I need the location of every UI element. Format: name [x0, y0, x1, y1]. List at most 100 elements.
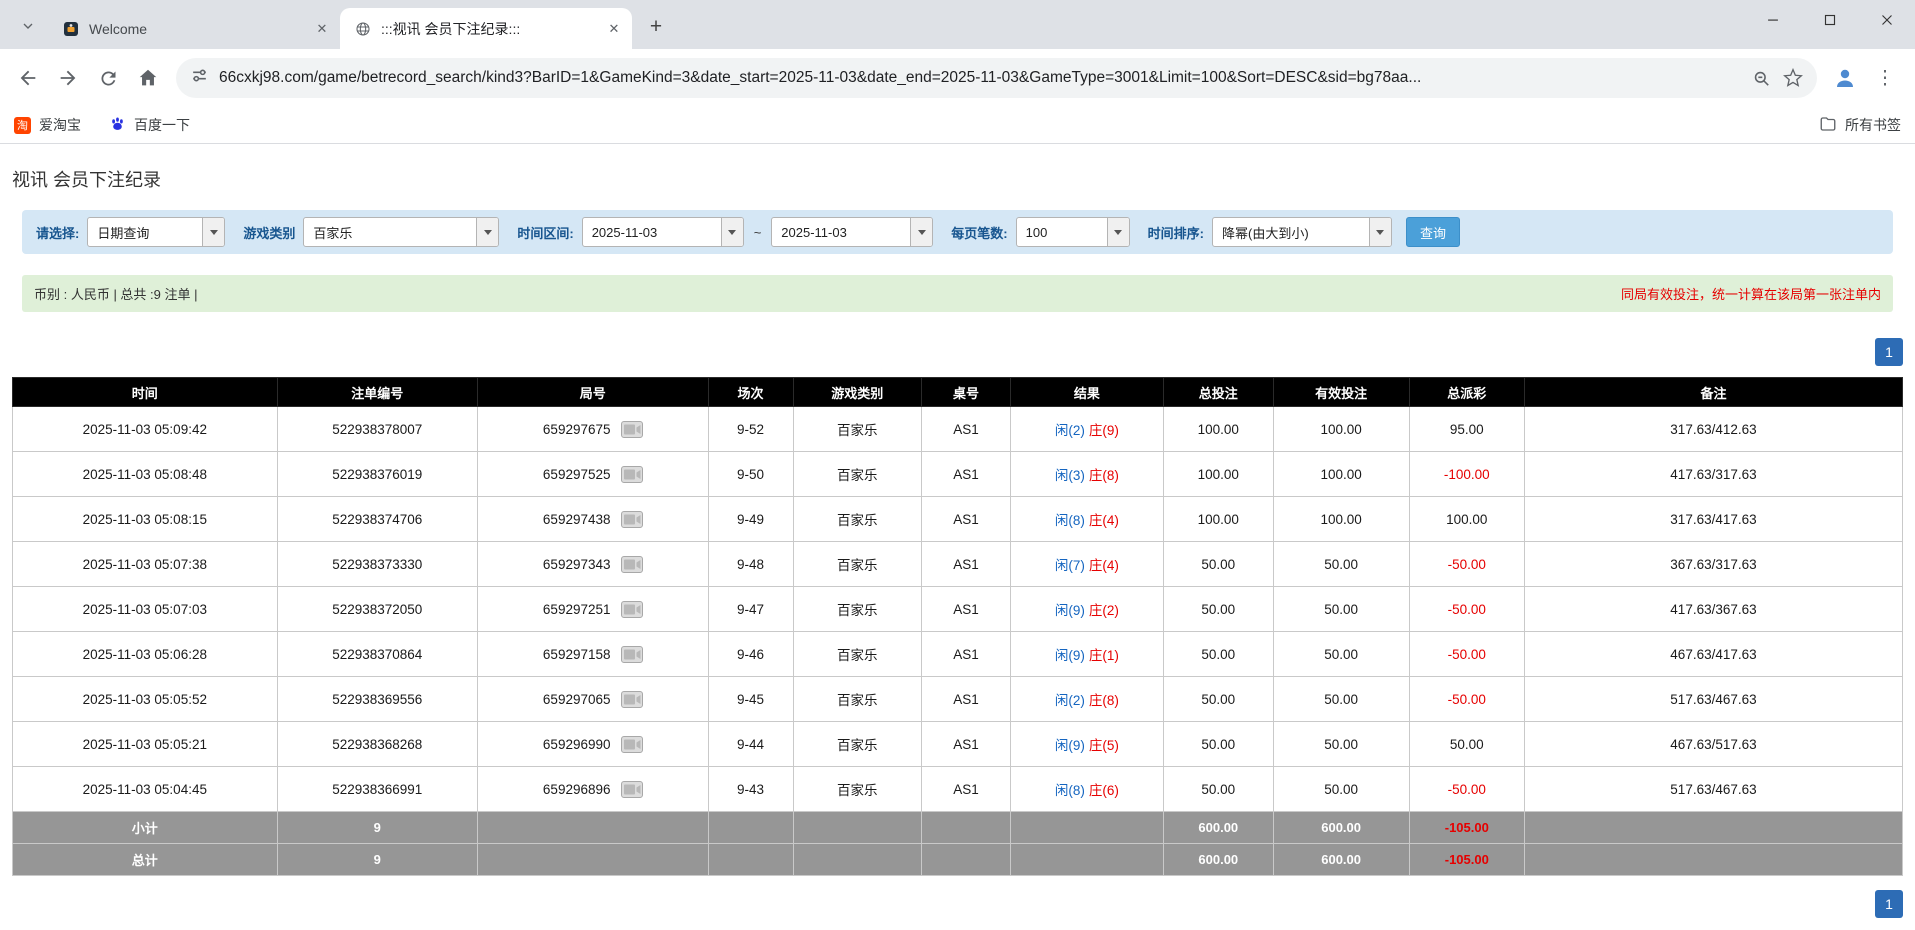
dropdown-arrow-icon[interactable] [1368, 218, 1391, 246]
cell-result: 闲(9) 庄(5) [1009, 721, 1164, 767]
tab-betrecord[interactable]: :::视讯 会员下注纪录::: ✕ [340, 8, 632, 49]
round-id: 659297343 [542, 556, 611, 572]
page-size-select[interactable]: 100 [1015, 217, 1130, 247]
bookmark-star-icon[interactable] [1783, 68, 1803, 88]
refresh-button[interactable] [88, 58, 128, 98]
bookmark-label: 爱淘宝 [39, 117, 81, 133]
round-video-icon[interactable] [620, 600, 643, 618]
cell-session: 9-47 [707, 586, 794, 632]
round-video-icon[interactable] [620, 465, 643, 483]
tab-close-icon[interactable]: ✕ [312, 19, 332, 39]
cell-total-bet[interactable]: 50.00 [1162, 766, 1274, 812]
query-type-value: 日期查询 [97, 225, 150, 241]
date-start-select[interactable]: 2025-11-03 [581, 217, 744, 247]
cell-result: 闲(8) 庄(4) [1009, 496, 1164, 542]
dropdown-arrow-icon[interactable] [476, 218, 499, 246]
cell-total-bet[interactable]: 50.00 [1162, 721, 1274, 767]
result-banker: 庄(6) [1088, 783, 1119, 798]
menu-icon[interactable]: ⋮ [1865, 58, 1905, 98]
round-video-icon[interactable] [620, 555, 643, 573]
dropdown-arrow-icon[interactable] [720, 218, 743, 246]
cell-time: 2025-11-03 05:08:48 [12, 451, 278, 497]
table-header-row: 时间 注单编号 局号 场次 游戏类别 桌号 结果 总投注 有效投注 总派彩 备注 [12, 377, 1904, 407]
result-banker: 庄(8) [1088, 468, 1119, 483]
cell-total-bet[interactable]: 100.00 [1162, 406, 1274, 452]
header-bet-id: 注单编号 [276, 377, 478, 407]
cell-table-no: AS1 [921, 721, 1011, 767]
header-round: 局号 [476, 377, 709, 407]
filter-bar: 请选择: 日期查询 游戏类别 百家乐 时间区间: 2025-11-03 ~ 20… [22, 210, 1893, 254]
cell-total-bet[interactable]: 50.00 [1162, 541, 1274, 587]
game-type-select[interactable]: 百家乐 [303, 217, 500, 247]
cell-valid-bet: 50.00 [1272, 766, 1410, 812]
cell-payout: -50.00 [1408, 541, 1525, 587]
round-video-icon[interactable] [620, 780, 643, 798]
all-bookmarks[interactable]: 所有书签 [1819, 115, 1901, 136]
round-video-icon[interactable] [620, 510, 643, 528]
total-label: 总计 [12, 843, 278, 876]
sort-select[interactable]: 降幂(由大到小) [1211, 217, 1392, 247]
forward-button[interactable] [48, 58, 88, 98]
result-player: 闲(9) [1054, 603, 1085, 618]
dropdown-arrow-icon[interactable] [910, 218, 933, 246]
page-size-value: 100 [1025, 224, 1048, 240]
query-type-select[interactable]: 日期查询 [87, 217, 226, 247]
site-info-icon[interactable] [190, 66, 209, 90]
result-player: 闲(2) [1054, 693, 1085, 708]
date-end-value: 2025-11-03 [781, 224, 847, 240]
page-content: 视讯 会员下注纪录 请选择: 日期查询 游戏类别 百家乐 时间区间: 2025-… [0, 144, 1915, 918]
profile-avatar[interactable] [1825, 58, 1865, 98]
baidu-paw-icon [109, 115, 126, 135]
dropdown-arrow-icon[interactable] [1106, 218, 1129, 246]
maximize-button[interactable] [1801, 0, 1858, 40]
close-button[interactable] [1858, 0, 1915, 40]
page-1-button[interactable]: 1 [1875, 338, 1903, 366]
cell-valid-bet: 100.00 [1272, 496, 1410, 542]
cell-valid-bet: 50.00 [1272, 631, 1410, 677]
tab-close-icon[interactable]: ✕ [604, 19, 624, 39]
header-session: 场次 [707, 377, 794, 407]
cell-bet-id: 522938369556 [276, 676, 478, 722]
cell-valid-bet: 50.00 [1272, 721, 1410, 767]
cell-result: 闲(2) 庄(8) [1009, 676, 1164, 722]
cell-round: 659297343 [476, 541, 709, 587]
round-video-icon[interactable] [620, 645, 643, 663]
new-tab-button[interactable]: + [640, 11, 672, 43]
back-button[interactable] [8, 58, 48, 98]
round-video-icon[interactable] [620, 690, 643, 708]
cell-session: 9-43 [707, 766, 794, 812]
cell-total-bet[interactable]: 50.00 [1162, 586, 1274, 632]
subtotal-total-bet: 600.00 [1162, 811, 1274, 844]
minimize-button[interactable] [1744, 0, 1801, 40]
cell-round: 659297675 [476, 406, 709, 452]
url-bar[interactable]: 66cxkj98.com/game/betrecord_search/kind3… [176, 58, 1817, 98]
dropdown-arrow-icon[interactable] [202, 218, 225, 246]
cell-note: 317.63/417.63 [1523, 496, 1904, 542]
cell-total-bet[interactable]: 100.00 [1162, 451, 1274, 497]
cell-table-no: AS1 [921, 631, 1011, 677]
cell-table-no: AS1 [921, 676, 1011, 722]
home-button[interactable] [128, 58, 168, 98]
bookmark-taobao[interactable]: 淘 爱淘宝 [14, 115, 81, 135]
total-valid-bet: 600.00 [1272, 843, 1410, 876]
bookmark-baidu[interactable]: 百度一下 [109, 115, 190, 135]
tab-search-button[interactable] [12, 11, 44, 43]
round-video-icon[interactable] [620, 420, 643, 438]
cell-total-bet[interactable]: 100.00 [1162, 496, 1274, 542]
url-text: 66cxkj98.com/game/betrecord_search/kind3… [219, 69, 1422, 86]
cell-table-no: AS1 [921, 766, 1011, 812]
round-video-icon[interactable] [620, 735, 643, 753]
search-button[interactable]: 查询 [1405, 217, 1460, 247]
zoom-icon[interactable] [1752, 69, 1771, 88]
welcome-tab-favicon [62, 20, 79, 37]
cell-note: 367.63/317.63 [1523, 541, 1904, 587]
cell-total-bet[interactable]: 50.00 [1162, 631, 1274, 677]
cell-bet-id: 522938374706 [276, 496, 478, 542]
cell-time: 2025-11-03 05:05:52 [12, 676, 278, 722]
date-end-select[interactable]: 2025-11-03 [771, 217, 934, 247]
cell-total-bet[interactable]: 50.00 [1162, 676, 1274, 722]
cell-game-type: 百家乐 [792, 451, 923, 497]
page-1-button[interactable]: 1 [1875, 890, 1903, 918]
cell-result: 闲(9) 庄(1) [1009, 631, 1164, 677]
tab-welcome[interactable]: Welcome ✕ [48, 8, 342, 49]
